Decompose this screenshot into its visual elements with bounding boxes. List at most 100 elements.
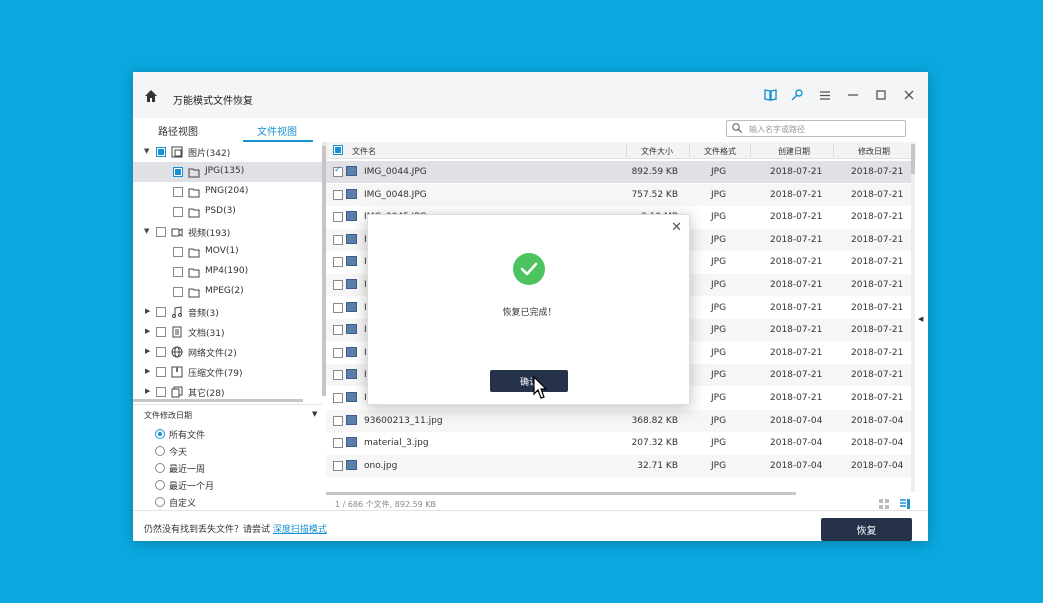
modified-date: 2018-07-21 <box>851 257 904 268</box>
checkbox[interactable] <box>173 167 183 177</box>
tree-label: 其它(28) <box>188 389 225 399</box>
close-icon[interactable]: ✕ <box>671 220 682 235</box>
tree-item-mpeg[interactable]: MPEG(2) <box>133 282 322 302</box>
list-view-icon[interactable] <box>900 499 910 509</box>
tree-item-video[interactable]: ▼ 视频(193) <box>133 222 322 242</box>
tree-item-mov[interactable]: MOV(1) <box>133 242 322 262</box>
confirm-button[interactable]: 确认 <box>490 370 568 392</box>
tree-item-mp4[interactable]: MP4(190) <box>133 262 322 282</box>
row-checkbox[interactable] <box>333 393 343 403</box>
row-checkbox[interactable] <box>333 280 343 290</box>
checkbox[interactable] <box>173 287 183 297</box>
folder-icon <box>188 248 200 258</box>
row-checkbox[interactable] <box>333 234 343 245</box>
checkbox[interactable] <box>173 247 183 257</box>
close-icon[interactable] <box>902 88 916 102</box>
table-row[interactable]: IMG_0048.JPG 757.52 KB JPG 2018-07-21 2018-0… <box>326 183 911 206</box>
table-scrollbar[interactable] <box>911 142 915 492</box>
row-checkbox[interactable] <box>333 189 343 200</box>
row-checkbox[interactable] <box>333 165 343 177</box>
column-name[interactable]: 文件名 <box>352 146 376 157</box>
tree-item-png[interactable]: PNG(204) <box>133 182 322 202</box>
row-checkbox[interactable] <box>333 302 343 313</box>
checkbox[interactable] <box>173 207 183 217</box>
column-modified[interactable]: 修改日期 <box>858 146 890 157</box>
key-icon[interactable] <box>790 88 804 102</box>
column-divider <box>626 144 627 157</box>
book-icon[interactable] <box>763 88 777 102</box>
maximize-icon[interactable] <box>874 88 888 102</box>
row-checkbox[interactable] <box>333 438 343 449</box>
tree-item-audio[interactable]: ▶ 音频(3) <box>133 302 322 322</box>
chevron-right-icon[interactable]: ▶ <box>145 367 150 375</box>
chevron-down-icon[interactable]: ▼ <box>144 227 149 235</box>
row-checkbox[interactable] <box>333 212 343 223</box>
radio[interactable] <box>155 497 165 507</box>
radio[interactable] <box>155 480 165 490</box>
chevron-right-icon[interactable]: ▶ <box>145 387 150 395</box>
checkbox[interactable] <box>156 327 166 337</box>
file-format: JPG <box>711 460 727 471</box>
table-row[interactable]: ono.jpg 32.71 KB JPG 2018-07-04 2018-07-04 <box>326 454 911 477</box>
tree-item-archives[interactable]: ▶ 压缩文件(79) <box>133 362 322 382</box>
checkbox[interactable] <box>173 267 183 277</box>
column-format[interactable]: 文件格式 <box>704 146 736 157</box>
grid-view-icon[interactable] <box>879 499 889 509</box>
file-format: JPG <box>711 370 727 381</box>
minimize-icon[interactable] <box>846 88 860 102</box>
chevron-right-icon[interactable]: ▶ <box>145 307 150 315</box>
tree-item-images[interactable]: ▼ 图片(342) <box>133 142 322 162</box>
table-horizontal-scrollbar[interactable] <box>326 492 796 495</box>
table-row[interactable]: material_3.jpg 207.32 KB JPG 2018-07-04 2018… <box>326 432 911 455</box>
checkbox[interactable] <box>156 227 166 237</box>
tree-item-jpg[interactable]: JPG(135) <box>133 162 322 182</box>
scrollbar-thumb[interactable] <box>911 144 915 174</box>
collapse-panel-icon[interactable]: ◀ <box>918 315 923 323</box>
menu-icon[interactable] <box>818 88 832 102</box>
tab-path-view[interactable]: 路径视图 <box>158 123 198 138</box>
chevron-right-icon[interactable]: ▶ <box>145 347 150 355</box>
column-size[interactable]: 文件大小 <box>641 146 673 157</box>
tree-label: 图片(342) <box>188 149 231 159</box>
radio-last-week[interactable]: 最近一周 <box>155 461 205 475</box>
radio-today[interactable]: 今天 <box>155 444 187 458</box>
radio[interactable] <box>155 446 165 456</box>
chevron-right-icon[interactable]: ▶ <box>145 327 150 335</box>
checkbox[interactable] <box>156 147 166 157</box>
column-created[interactable]: 创建日期 <box>778 146 810 157</box>
row-checkbox[interactable] <box>333 347 343 358</box>
chevron-down-icon[interactable]: ▼ <box>312 410 317 418</box>
archive-icon <box>171 366 183 378</box>
row-checkbox[interactable] <box>333 460 343 471</box>
row-checkbox[interactable] <box>333 325 343 336</box>
tree-item-documents[interactable]: ▶ 文档(31) <box>133 322 322 342</box>
folder-icon <box>188 188 200 198</box>
checkbox[interactable] <box>156 347 166 357</box>
deep-scan-hint: 仍然没有找到丢失文件？请尝试 深度扫描模式 <box>144 522 327 535</box>
home-icon[interactable] <box>144 89 158 103</box>
chevron-down-icon[interactable]: ▼ <box>144 147 149 155</box>
tree-item-psd[interactable]: PSD(3) <box>133 202 322 222</box>
tab-file-view[interactable]: 文件视图 <box>257 123 297 138</box>
radio-last-month[interactable]: 最近一个月 <box>155 478 214 492</box>
row-checkbox[interactable] <box>333 415 343 426</box>
checkbox[interactable] <box>156 387 166 397</box>
search-input[interactable]: 输入名字或路径 <box>726 120 906 137</box>
tree-horizontal-scrollbar[interactable] <box>133 399 303 402</box>
image-file-icon <box>346 324 357 335</box>
checkbox[interactable] <box>173 187 183 197</box>
select-all-checkbox[interactable] <box>333 145 343 155</box>
checkbox[interactable] <box>156 307 166 317</box>
table-row[interactable]: IMG_0044.JPG 892.59 KB JPG 2018-07-21 2018-0… <box>326 161 911 183</box>
table-row[interactable]: 93600213_11.jpg 368.82 KB JPG 2018-07-04 201… <box>326 409 911 432</box>
tree-item-web-files[interactable]: ▶ 网络文件(2) <box>133 342 322 362</box>
row-checkbox[interactable] <box>333 257 343 268</box>
radio-custom[interactable]: 自定义 <box>155 495 196 509</box>
deep-scan-link[interactable]: 深度扫描模式 <box>273 525 327 535</box>
radio-all-files[interactable]: 所有文件 <box>155 427 205 441</box>
recover-button[interactable]: 恢复 <box>821 518 912 541</box>
radio[interactable] <box>155 463 165 473</box>
row-checkbox[interactable] <box>333 370 343 381</box>
checkbox[interactable] <box>156 367 166 377</box>
radio[interactable] <box>155 429 165 439</box>
